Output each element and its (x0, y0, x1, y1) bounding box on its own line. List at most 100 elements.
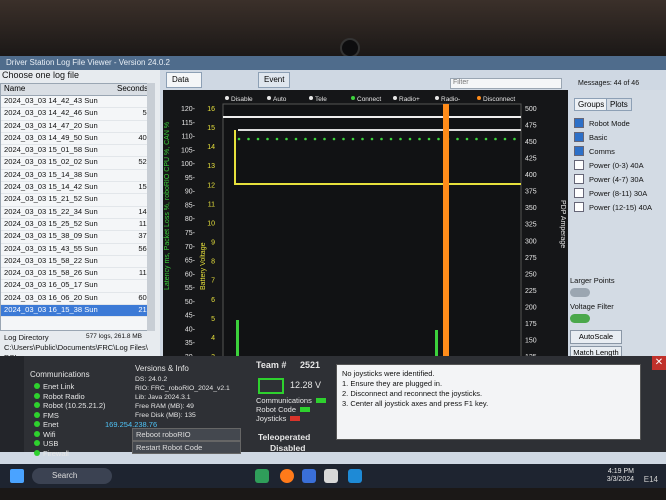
log-row[interactable]: 2024_03_03 15_38_09 Sun 373 (1, 231, 154, 244)
group-checkbox[interactable]: Power (4-7) 30A (574, 174, 644, 184)
tab-event-list[interactable]: Event List (258, 72, 291, 98)
group-checkbox[interactable]: Power (8-11) 30A (574, 188, 647, 198)
log-row[interactable]: 2024_03_03 16_06_20 Sun 600 (1, 293, 154, 306)
checkbox-icon (574, 174, 584, 184)
comm-label: Robot Radio (43, 391, 85, 401)
reboot-roborio-button[interactable]: Reboot roboRIO (132, 428, 241, 441)
webcam (340, 38, 360, 58)
voltage-filter-label: Voltage Filter (570, 302, 614, 311)
ds-side-tabs[interactable] (0, 356, 24, 452)
log-row[interactable]: 2024_03_03 16_05_17 Sun7 (1, 280, 154, 293)
status-item: Communications (256, 396, 326, 405)
plot-frame (222, 103, 522, 361)
log-row[interactable]: 2024_03_03 15_58_22 Sun2 (1, 256, 154, 269)
filter-input[interactable]: Filter (450, 78, 562, 89)
app-icon[interactable] (255, 469, 269, 483)
status-led-icon (34, 449, 40, 456)
voltage-filter-toggle[interactable] (570, 314, 590, 323)
comm-label: Robot (10.25.21.2) (43, 401, 106, 410)
comm-item: Firewall (34, 449, 69, 458)
log-row[interactable]: 2024_03_03 15_58_26 Sun 114 (1, 268, 154, 281)
legend-item: Connect (357, 96, 381, 103)
driver-station: Communications Enet Link Robot Radio Robot… (0, 356, 666, 458)
clock-time: 4:19 PM (607, 468, 634, 475)
comms-point (513, 137, 516, 141)
plot-svg: Disable Auto Tele Connect Radio+ Radio- Discon… (164, 96, 566, 361)
mode-line-2: Disabled (270, 443, 306, 453)
tick-label: 6 (211, 297, 215, 304)
version-line: Free RAM (MB): 49 (135, 403, 194, 410)
log-row-name: 2024_03_03 15_14_38 Sun (4, 169, 98, 179)
tick-label: 120- (181, 106, 196, 113)
tick-label: 110- (182, 134, 196, 141)
log-row-name: 2024_03_03 15_01_58 Sun (4, 145, 98, 155)
comms-point (256, 137, 260, 141)
comm-item: Enet (34, 420, 58, 429)
log-row[interactable]: 2024_03_03 15_02_02 Sun 524 (1, 157, 154, 170)
app-icon[interactable] (302, 469, 316, 483)
autoscale-button[interactable]: AutoScale (570, 330, 622, 344)
log-row-name: 2024_03_03 16_15_38 Sun (4, 305, 98, 315)
tick-label: 300 (525, 238, 537, 245)
comms-point (427, 137, 431, 141)
close-icon[interactable]: ✕ (652, 356, 666, 370)
windows-start-icon[interactable] (10, 469, 24, 483)
log-row[interactable]: 2024_03_03 15_25_52 Sun 116 (1, 219, 154, 232)
log-row[interactable]: 2024_03_03 16_15_38 Sun 210 (1, 305, 154, 318)
group-checkbox[interactable]: Basic (574, 132, 607, 142)
status-indicator-icon (315, 398, 326, 403)
log-row[interactable]: 2024_03_03 14_42_46 Sun56 (1, 108, 154, 121)
log-row[interactable]: 2024_03_03 14_47_20 Sun1 (1, 121, 154, 133)
status-indicator-icon (300, 407, 311, 412)
log-row[interactable]: 2024_03_03 14_49_50 Sun 407 (1, 133, 154, 146)
app-icon[interactable] (324, 469, 338, 483)
log-row[interactable]: 2024_03_03 15_43_55 Sun 563 (1, 244, 154, 256)
comms-point (380, 137, 383, 141)
log-row-name: 2024_03_03 14_42_46 Sun (4, 108, 98, 118)
log-row[interactable]: 2024_03_03 15_14_42 Sun 153 (1, 182, 154, 195)
group-checkbox[interactable]: Comms (574, 146, 615, 156)
app-icon[interactable] (348, 469, 362, 483)
col-seconds[interactable]: Seconds (114, 84, 148, 95)
version-line: RIO: FRC_roboRIO_2024_v2.1 (135, 385, 230, 392)
tab-groups[interactable]: Groups (574, 98, 609, 111)
log-row[interactable]: 2024_03_03 14_42_43 Sun1 (1, 96, 154, 109)
tick-label: 14 (207, 144, 215, 151)
firefox-icon[interactable] (280, 469, 294, 483)
group-checkbox[interactable]: Power (12-15) 40A (574, 202, 652, 212)
tab-plots[interactable]: Plots (606, 98, 632, 111)
comm-item: Robot Radio (34, 392, 85, 401)
log-table[interactable]: Name Seconds 2024_03_03 14_42_43 Sun1202… (0, 83, 155, 331)
group-checkbox[interactable]: Robot Mode (574, 118, 630, 128)
larger-points-toggle[interactable] (570, 288, 590, 297)
tab-data-events[interactable]: Data and Events vs Time (166, 72, 203, 140)
log-row[interactable]: 2024_03_03 15_14_38 Sun2 (1, 169, 154, 183)
log-row-name: 2024_03_03 16_05_17 Sun (4, 280, 98, 290)
log-row[interactable]: 2024_03_03 15_01_58 Sun3 (1, 145, 154, 158)
comms-point (285, 137, 288, 141)
log-row-name: 2024_03_03 15_22_34 Sun (4, 206, 98, 216)
clock[interactable]: 4:19 PM 3/3/2024 (607, 468, 634, 484)
tick-label: 100- (181, 161, 196, 168)
comms-point (418, 137, 421, 141)
col-name[interactable]: Name (1, 84, 114, 95)
log-row[interactable]: 2024_03_03 15_21_52 Sun1 (1, 194, 154, 207)
tick-label: 95- (185, 175, 196, 182)
tick-label: 12 (207, 182, 215, 189)
group-label: Power (4-7) 30A (589, 174, 644, 184)
communications-title: Communications (30, 370, 90, 379)
taskbar-search[interactable]: Search (32, 468, 112, 484)
legend: Disable Auto Tele Connect Radio+ Radio- Discon… (225, 96, 515, 103)
status-item: Robot Code (256, 405, 311, 414)
tick-label: 325 (525, 222, 537, 229)
laptop-bezel-top (0, 0, 666, 58)
comms-point (332, 137, 336, 141)
restart-robot-code-button[interactable]: Restart Robot Code (132, 441, 241, 454)
group-checkbox[interactable]: Power (0-3) 40A (574, 160, 644, 170)
log-row[interactable]: 2024_03_03 15_22_34 Sun 143 (1, 207, 154, 219)
plot-area[interactable]: Disable Auto Tele Connect Radio+ Radio- Discon… (163, 90, 568, 361)
tick-label: 400 (525, 172, 537, 179)
scrollbar[interactable] (147, 83, 155, 331)
tick-label: 225 (525, 288, 537, 295)
comms-point (437, 137, 440, 141)
